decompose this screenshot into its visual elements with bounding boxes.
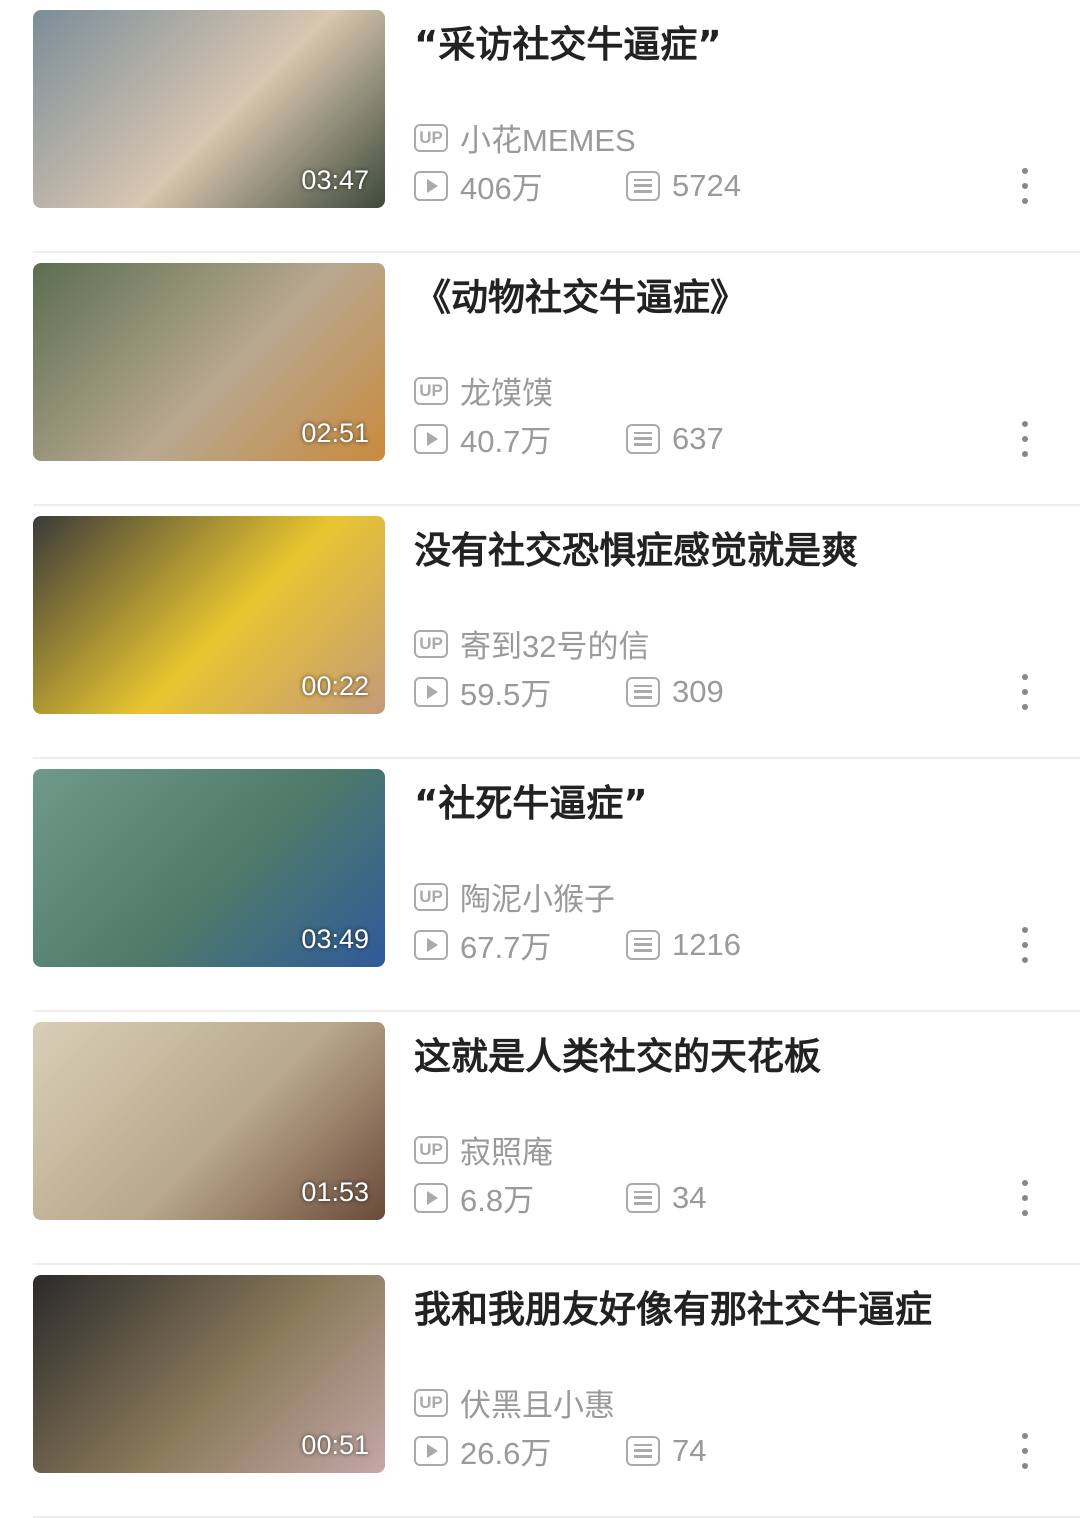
view-count-text: 59.5万: [460, 677, 552, 712]
play-count-icon: [414, 423, 448, 454]
video-title[interactable]: 《动物社交牛逼症》: [414, 267, 747, 321]
view-count-text: 67.7万: [460, 930, 552, 965]
video-list-item[interactable]: 03:49 “社死牛逼症” UP 陶泥小猴子 67.7万 1216: [0, 759, 1080, 1012]
uploader-row[interactable]: UP 寂照庵: [414, 1127, 553, 1172]
video-thumbnail[interactable]: 03:47: [33, 10, 385, 208]
danmaku-icon: [626, 170, 660, 201]
uploader-name[interactable]: 小花MEMES: [460, 115, 636, 160]
up-badge-icon: UP: [414, 123, 448, 152]
view-count-text: 6.8万: [460, 1183, 535, 1218]
view-count-text: 40.7万: [460, 424, 552, 459]
more-options-icon[interactable]: [1018, 927, 1032, 963]
danmaku-count: 1216: [626, 927, 741, 963]
view-count: 59.5万: [414, 669, 626, 714]
video-duration: 02:51: [301, 418, 369, 448]
video-list-item[interactable]: 00:51 我和我朋友好像有那社交牛逼症 UP 伏黑且小惠 26.6万 74: [0, 1265, 1080, 1518]
stats-row: 59.5万 309: [414, 669, 1034, 714]
danmaku-count-text: 1216: [672, 926, 741, 962]
play-count-icon: [414, 929, 448, 960]
video-duration: 01:53: [301, 1177, 369, 1207]
up-badge-icon: UP: [414, 376, 448, 405]
view-count: 6.8万: [414, 1175, 626, 1220]
danmaku-count-text: 5724: [672, 167, 741, 203]
danmaku-count: 309: [626, 674, 724, 710]
view-count: 67.7万: [414, 922, 626, 967]
play-count-icon: [414, 170, 448, 201]
up-badge-icon: UP: [414, 629, 448, 658]
danmaku-count: 637: [626, 421, 724, 457]
video-list-item[interactable]: 01:53 这就是人类社交的天花板 UP 寂照庵 6.8万 34: [0, 1012, 1080, 1265]
video-title[interactable]: 没有社交恐惧症感觉就是爽: [414, 520, 858, 574]
view-count-text: 26.6万: [460, 1436, 552, 1471]
video-title[interactable]: 这就是人类社交的天花板: [414, 1026, 821, 1080]
uploader-name[interactable]: 寄到32号的信: [460, 621, 649, 666]
video-duration: 00:22: [301, 671, 369, 701]
up-badge-icon: UP: [414, 1135, 448, 1164]
danmaku-icon: [626, 676, 660, 707]
uploader-row[interactable]: UP 寄到32号的信: [414, 621, 649, 666]
stats-row: 67.7万 1216: [414, 922, 1034, 967]
video-title[interactable]: “采访社交牛逼症”: [414, 14, 722, 68]
uploader-row[interactable]: UP 伏黑且小惠: [414, 1380, 615, 1425]
uploader-name[interactable]: 寂照庵: [460, 1127, 553, 1172]
video-list-item[interactable]: 02:51 《动物社交牛逼症》 UP 龙馍馍 40.7万 637: [0, 253, 1080, 506]
more-options-icon[interactable]: [1018, 1433, 1032, 1469]
video-duration: 00:51: [301, 1430, 369, 1460]
video-thumbnail[interactable]: 02:51: [33, 263, 385, 461]
uploader-name[interactable]: 伏黑且小惠: [460, 1380, 615, 1425]
stats-row: 406万 5724: [414, 163, 1034, 208]
danmaku-icon: [626, 1182, 660, 1213]
play-count-icon: [414, 1435, 448, 1466]
video-title[interactable]: “社死牛逼症”: [414, 773, 648, 827]
stats-row: 40.7万 637: [414, 416, 1034, 461]
video-thumbnail[interactable]: 00:22: [33, 516, 385, 714]
uploader-name[interactable]: 陶泥小猴子: [460, 874, 615, 919]
video-thumbnail[interactable]: 03:49: [33, 769, 385, 967]
danmaku-count: 74: [626, 1433, 706, 1469]
video-duration: 03:47: [301, 165, 369, 195]
view-count-text: 406万: [460, 171, 543, 206]
danmaku-icon: [626, 423, 660, 454]
uploader-name[interactable]: 龙馍馍: [460, 368, 553, 413]
up-badge-icon: UP: [414, 882, 448, 911]
danmaku-icon: [626, 1435, 660, 1466]
video-list-item[interactable]: 03:47 “采访社交牛逼症” UP 小花MEMES 406万 5724: [0, 0, 1080, 253]
danmaku-count: 34: [626, 1180, 706, 1216]
danmaku-count-text: 637: [672, 420, 724, 456]
more-options-icon[interactable]: [1018, 674, 1032, 710]
play-count-icon: [414, 676, 448, 707]
video-thumbnail[interactable]: 00:51: [33, 1275, 385, 1473]
danmaku-icon: [626, 929, 660, 960]
stats-row: 6.8万 34: [414, 1175, 1034, 1220]
uploader-row[interactable]: UP 陶泥小猴子: [414, 874, 615, 919]
video-title[interactable]: 我和我朋友好像有那社交牛逼症: [414, 1279, 932, 1333]
video-duration: 03:49: [301, 924, 369, 954]
video-list-item[interactable]: 00:22 没有社交恐惧症感觉就是爽 UP 寄到32号的信 59.5万 309: [0, 506, 1080, 759]
video-thumbnail[interactable]: 01:53: [33, 1022, 385, 1220]
uploader-row[interactable]: UP 小花MEMES: [414, 115, 636, 160]
more-options-icon[interactable]: [1018, 421, 1032, 457]
view-count: 26.6万: [414, 1428, 626, 1473]
up-badge-icon: UP: [414, 1388, 448, 1417]
danmaku-count: 5724: [626, 168, 741, 204]
play-count-icon: [414, 1182, 448, 1213]
view-count: 40.7万: [414, 416, 626, 461]
danmaku-count-text: 34: [672, 1179, 707, 1215]
danmaku-count-text: 74: [672, 1432, 707, 1468]
uploader-row[interactable]: UP 龙馍馍: [414, 368, 553, 413]
stats-row: 26.6万 74: [414, 1428, 1034, 1473]
video-list: 03:47 “采访社交牛逼症” UP 小花MEMES 406万 5724 02:…: [0, 0, 1080, 1518]
view-count: 406万: [414, 163, 626, 208]
more-options-icon[interactable]: [1018, 1180, 1032, 1216]
danmaku-count-text: 309: [672, 673, 724, 709]
more-options-icon[interactable]: [1018, 168, 1032, 204]
